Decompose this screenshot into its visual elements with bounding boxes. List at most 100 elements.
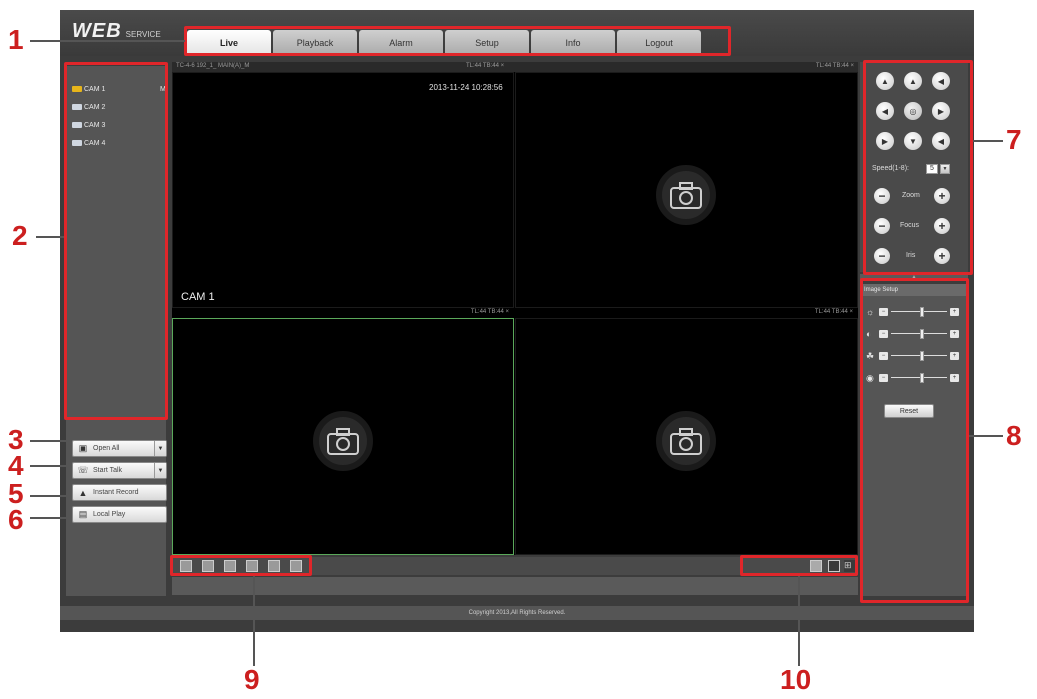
annotated-screenshot: WEB SERVICE Live Playback Alarm Setup Inf… bbox=[0, 0, 1037, 699]
copyright-footer: Copyright 2013,All Rights Reserved. bbox=[60, 606, 974, 620]
saturation-increase-button[interactable]: + bbox=[950, 352, 959, 360]
layout-1-icon[interactable] bbox=[180, 560, 192, 572]
zoom-out-button[interactable]: − bbox=[874, 188, 890, 204]
start-talk-button[interactable]: ☏ Start Talk ▼ bbox=[72, 462, 167, 479]
video-pane-1[interactable]: 2013-11-24 10:28:56 CAM 1 bbox=[172, 72, 514, 308]
ptz-left-button[interactable]: ◀ bbox=[876, 102, 894, 120]
view-mode-fluency-icon[interactable]: ⊞ bbox=[844, 560, 856, 572]
callout-line-7 bbox=[973, 140, 1003, 142]
saturation-slider-row: ☘ − + bbox=[866, 350, 962, 362]
timestamp: 2013-11-24 10:28:56 bbox=[429, 83, 503, 92]
callout-line-10 bbox=[798, 576, 800, 666]
hue-slider-row: ◉ − + bbox=[866, 372, 962, 384]
ptz-center-button[interactable]: ◎ bbox=[904, 102, 922, 120]
camera-label: CAM 1 bbox=[84, 85, 106, 93]
tab-alarm[interactable]: Alarm bbox=[359, 30, 443, 56]
layout-9-icon[interactable] bbox=[224, 560, 236, 572]
instant-record-button[interactable]: ▲ Instant Record bbox=[72, 484, 167, 501]
ptz-up-button[interactable]: ▲ bbox=[904, 72, 922, 90]
hue-decrease-button[interactable]: − bbox=[879, 374, 888, 382]
contrast-decrease-button[interactable]: − bbox=[879, 330, 888, 338]
callout-line-9 bbox=[253, 576, 255, 666]
speed-dropdown-icon[interactable]: ▼ bbox=[940, 164, 950, 174]
phone-icon: ☏ bbox=[77, 465, 89, 475]
tab-playback[interactable]: Playback bbox=[273, 30, 357, 56]
callout-line-6 bbox=[30, 517, 68, 519]
ptz-down-right-button[interactable]: ◀ bbox=[932, 132, 950, 150]
camera-item-3[interactable]: CAM 3 bbox=[72, 116, 105, 134]
stream-info: TC-4-6 192_1_ MAIN(A)_M bbox=[176, 63, 250, 69]
saturation-slider-handle[interactable] bbox=[919, 351, 924, 361]
speed-select[interactable]: 5 bbox=[926, 164, 938, 174]
camera-item-2[interactable]: CAM 2 bbox=[72, 98, 105, 116]
start-talk-dropdown[interactable]: ▼ bbox=[154, 463, 166, 478]
video-pane-4[interactable]: TL:44 TB:44 × bbox=[515, 309, 858, 555]
ptz-down-button[interactable]: ▼ bbox=[904, 132, 922, 150]
main-tabs: Live Playback Alarm Setup Info Logout bbox=[187, 30, 703, 56]
ptz-right-button[interactable]: ▶ bbox=[932, 102, 950, 120]
brightness-slider-handle[interactable] bbox=[919, 307, 924, 317]
tab-logout[interactable]: Logout bbox=[617, 30, 701, 56]
layout-16-icon[interactable] bbox=[246, 560, 258, 572]
video-pane-2[interactable] bbox=[515, 72, 858, 308]
view-mode-stretch-icon[interactable] bbox=[828, 560, 840, 572]
iris-label: Iris bbox=[906, 252, 916, 259]
local-play-label: Local Play bbox=[93, 511, 126, 518]
contrast-increase-button[interactable]: + bbox=[950, 330, 959, 338]
camera-item-1[interactable]: CAM 1 M bbox=[72, 80, 166, 98]
callout-line-2 bbox=[36, 236, 64, 238]
camera-icon bbox=[656, 165, 716, 225]
warning-icon: ▲ bbox=[78, 487, 88, 498]
view-mode-original-icon[interactable] bbox=[810, 560, 822, 572]
saturation-decrease-button[interactable]: − bbox=[879, 352, 888, 360]
start-talk-label: Start Talk bbox=[93, 467, 123, 474]
zoom-in-button[interactable]: + bbox=[934, 188, 950, 204]
focus-near-button[interactable]: − bbox=[874, 218, 890, 234]
saturation-icon: ☘ bbox=[866, 351, 875, 361]
brightness-increase-button[interactable]: + bbox=[950, 308, 959, 316]
camera-item-4[interactable]: CAM 4 bbox=[72, 134, 105, 152]
ptz-up-left-button[interactable]: ▲ bbox=[876, 72, 894, 90]
hue-increase-button[interactable]: + bbox=[950, 374, 959, 382]
camera-list: CAM 1 M CAM 2 CAM 3 CAM 4 bbox=[72, 80, 166, 152]
hue-slider-handle[interactable] bbox=[919, 373, 924, 383]
camera-label: CAM 4 bbox=[84, 139, 106, 147]
iris-open-button[interactable]: + bbox=[934, 248, 950, 264]
video-control-bar: ⊞ bbox=[172, 557, 858, 575]
brightness-decrease-button[interactable]: − bbox=[879, 308, 888, 316]
callout-number-9: 9 bbox=[244, 664, 260, 695]
callout-line-5 bbox=[30, 495, 68, 497]
ptz-collapse-toggle[interactable]: ▲ bbox=[860, 274, 968, 280]
camera-icon bbox=[72, 86, 82, 92]
contrast-slider-handle[interactable] bbox=[919, 329, 924, 339]
open-all-button[interactable]: ▣ Open All ▼ bbox=[72, 440, 167, 457]
fullscreen-icon[interactable] bbox=[268, 560, 280, 572]
stream-mode[interactable]: M bbox=[160, 86, 166, 93]
logo-text: WEB bbox=[72, 20, 122, 42]
speed-label: Speed(1-8): bbox=[872, 165, 909, 172]
iris-close-button[interactable]: − bbox=[874, 248, 890, 264]
focus-label: Focus bbox=[900, 222, 920, 229]
ptz-down-left-button[interactable]: ▶ bbox=[876, 132, 894, 150]
open-all-dropdown[interactable]: ▼ bbox=[154, 441, 166, 456]
ptz-up-right-button[interactable]: ◀ bbox=[932, 72, 950, 90]
video-pane-3[interactable]: TL:44 TB:44 × bbox=[172, 309, 514, 555]
callout-number-6: 6 bbox=[8, 504, 24, 535]
layout-4-icon[interactable] bbox=[202, 560, 214, 572]
tab-live[interactable]: Live bbox=[187, 30, 271, 56]
layout-more-icon[interactable] bbox=[290, 560, 302, 572]
camera-icon bbox=[313, 411, 373, 471]
camera-label: CAM 2 bbox=[84, 103, 106, 111]
video-scrollbar[interactable] bbox=[172, 577, 858, 595]
pane-camera-label: CAM 1 bbox=[181, 291, 215, 303]
local-play-button[interactable]: ▤ Local Play bbox=[72, 506, 167, 523]
pane-status: TL:44 TB:44 × bbox=[815, 63, 854, 69]
reset-button[interactable]: Reset bbox=[884, 404, 934, 418]
camera-icon bbox=[656, 411, 716, 471]
channel-panel: CAM 1 M CAM 2 CAM 3 CAM 4 ▣ Open All ▼ ☏ … bbox=[66, 66, 167, 596]
tab-info[interactable]: Info bbox=[531, 30, 615, 56]
open-all-label: Open All bbox=[93, 445, 120, 452]
focus-far-button[interactable]: + bbox=[934, 218, 950, 234]
video-grid: 2013-11-24 10:28:56 CAM 1 TL:44 TB:44 × … bbox=[172, 72, 858, 555]
tab-setup[interactable]: Setup bbox=[445, 30, 529, 56]
